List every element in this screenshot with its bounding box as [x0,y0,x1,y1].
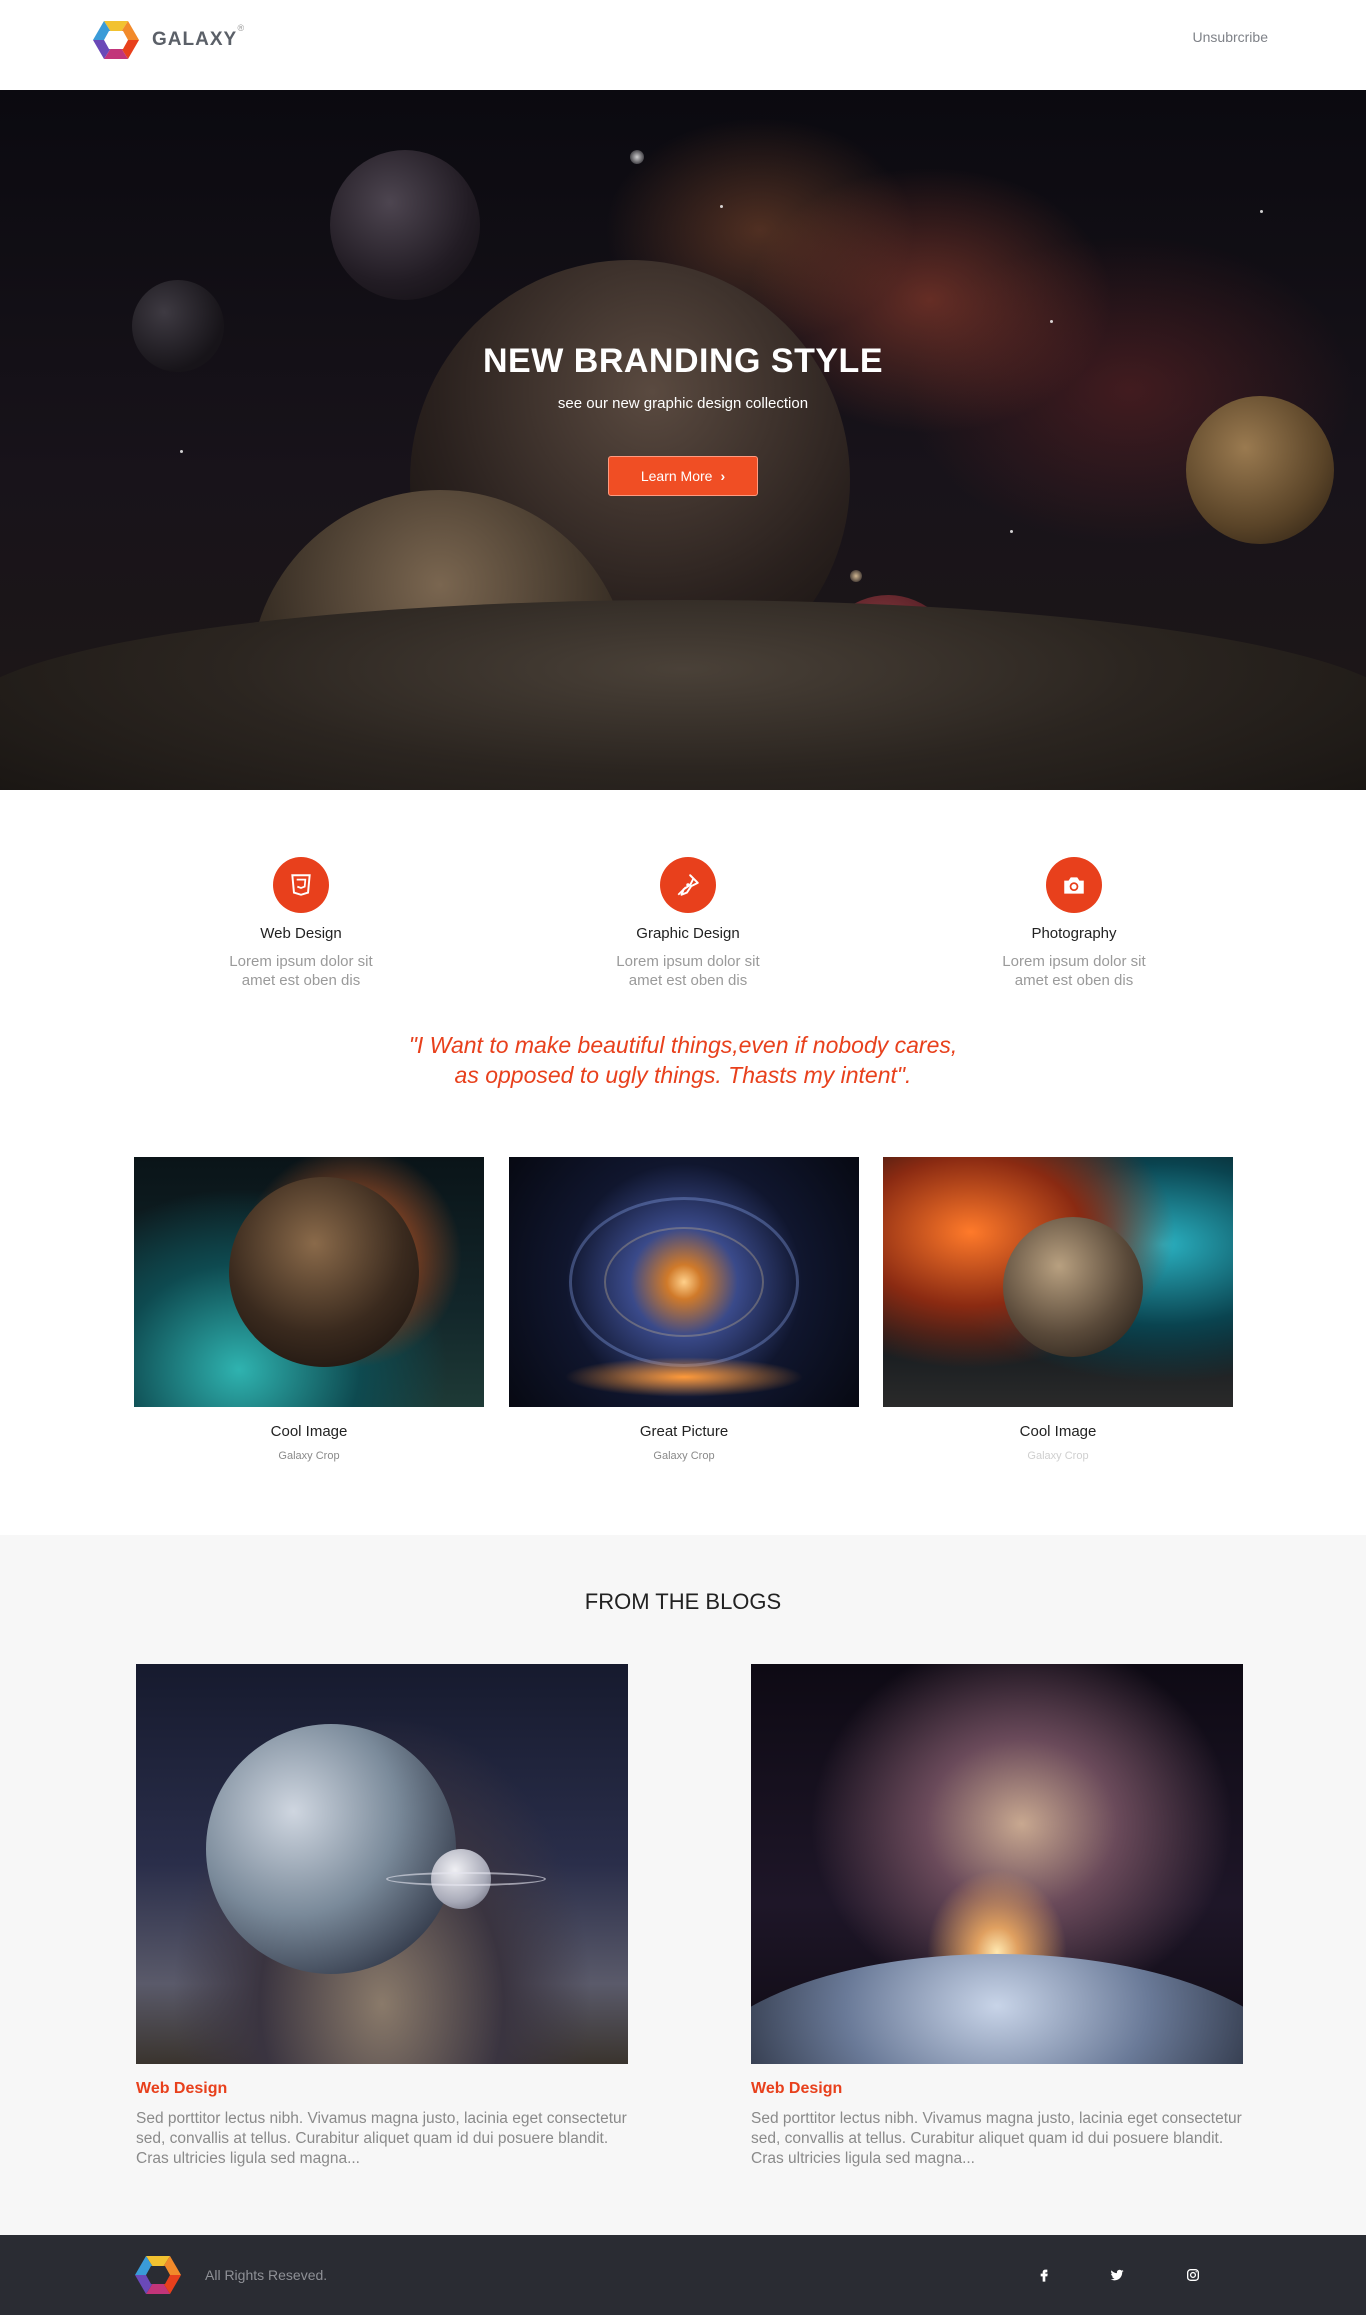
quote-line-2: as opposed to ugly things. Thasts my int… [454,1062,912,1088]
gallery-image[interactable] [134,1157,484,1407]
blog-category[interactable]: Web Design [751,2080,1243,2098]
gallery-subtitle: Galaxy Crop [653,1450,715,1462]
moon-surface [0,600,1366,790]
site-footer: All Rights Reseved. [0,2235,1366,2315]
gallery-title: Great Picture [639,1423,729,1440]
hero-subtitle: see our new graphic design collection [557,395,809,412]
gallery-item[interactable]: Cool Image Galaxy Crop [883,1157,1233,1462]
chevron-right-icon: › [720,468,726,484]
quote-block: "I Want to make beautiful things,even if… [0,1030,1366,1090]
service-web-design: Web Design Lorem ipsum dolor sit amet es… [171,857,431,990]
service-icon-circle [1046,857,1102,913]
blog-post[interactable]: Web Design Sed porttitor lectus nibh. Vi… [751,1664,1243,2169]
blog-excerpt: Sed porttitor lectus nibh. Vivamus magna… [751,2110,1242,2167]
blog-post[interactable]: Web Design Sed porttitor lectus nibh. Vi… [136,1664,628,2169]
service-title: Graphic Design [636,925,740,942]
site-header: GALAXY ® Unsubrcribe [0,0,1366,90]
blogs-heading: FROM THE BLOGS [584,1589,782,1614]
blogs-section: FROM THE BLOGS Web Design Sed porttitor … [0,1535,1366,2235]
gallery-item[interactable]: Great Picture Galaxy Crop [509,1157,859,1462]
service-description: Lorem ipsum dolor sit amet est oben dis [616,953,760,989]
gallery-title: Cool Image [1019,1423,1097,1440]
facebook-icon[interactable] [1032,2263,1056,2287]
pen-nib-icon [677,874,699,896]
brand-logo[interactable]: GALAXY ® [92,19,246,61]
html5-icon [291,874,311,896]
star [630,150,644,164]
service-icon-circle [273,857,329,913]
star [180,450,183,453]
brand-name: GALAXY ® [152,23,246,50]
blog-image[interactable] [751,1664,1243,2064]
hero-title: NEW BRANDING STYLE [483,342,883,380]
planet-right [1186,396,1334,544]
blog-image[interactable] [136,1664,628,2064]
star [850,570,862,582]
gallery-image[interactable] [509,1157,859,1407]
planet-top-left [330,150,480,300]
copyright-text: All Rights Reseved. [205,2267,328,2283]
service-description: Lorem ipsum dolor sit amet est oben dis [1002,953,1146,989]
gallery-subtitle: Galaxy Crop [1027,1450,1089,1462]
service-graphic-design: Graphic Design Lorem ipsum dolor sit ame… [558,857,818,990]
service-title: Web Design [260,925,342,942]
gallery-image[interactable] [883,1157,1233,1407]
star [720,205,723,208]
service-photography: Photography Lorem ipsum dolor sit amet e… [944,857,1204,990]
blog-excerpt: Sed porttitor lectus nibh. Vivamus magna… [136,2110,627,2167]
star [1010,530,1013,533]
service-title: Photography [1031,925,1117,942]
star [1050,320,1053,323]
service-icon-circle [660,857,716,913]
blog-category[interactable]: Web Design [136,2080,628,2098]
learn-more-button[interactable]: Learn More › [608,456,758,496]
star [1260,210,1263,213]
gallery-item[interactable]: Cool Image Galaxy Crop [134,1157,484,1462]
quote-line-1: "I Want to make beautiful things,even if… [408,1032,958,1058]
gallery-subtitle: Galaxy Crop [278,1450,340,1462]
hero-banner: NEW BRANDING STYLE see our new graphic d… [0,90,1366,790]
registered-mark: ® [237,23,246,33]
gallery-title: Cool Image [270,1423,348,1440]
camera-icon [1064,877,1084,894]
hexagon-logo-icon [135,2256,181,2294]
hexagon-logo-icon [93,21,139,59]
service-description: Lorem ipsum dolor sit amet est oben dis [229,953,373,989]
twitter-icon[interactable] [1105,2263,1129,2287]
learn-more-label: Learn More [640,468,713,484]
instagram-icon[interactable] [1181,2263,1205,2287]
unsubscribe-link[interactable]: Unsubrcribe [1193,29,1268,45]
